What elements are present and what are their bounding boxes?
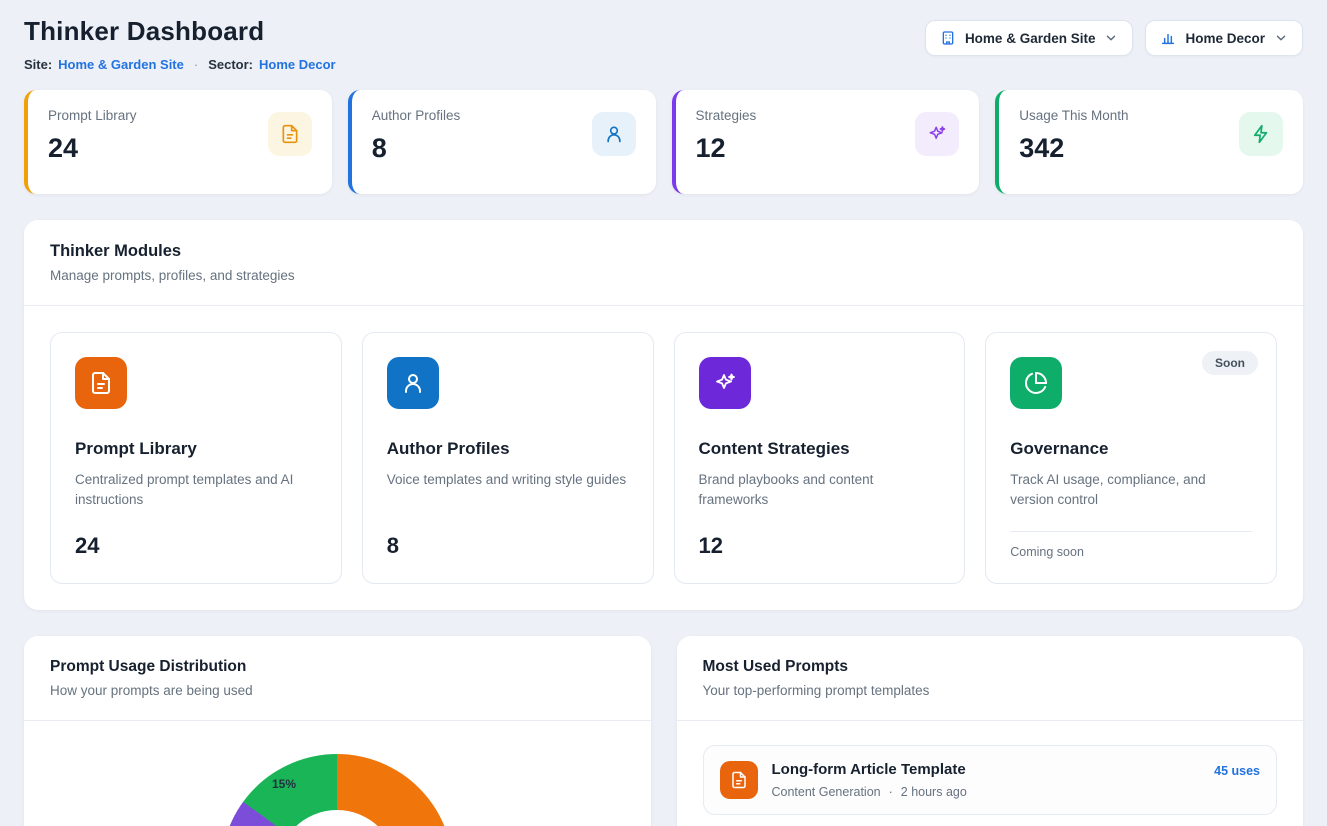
stat-cards-row: Prompt Library 24 Author Profiles 8 Stra… bbox=[24, 90, 1303, 194]
chevron-down-icon bbox=[1104, 31, 1118, 45]
usage-panel-subtitle: How your prompts are being used bbox=[50, 683, 625, 698]
stat-icon-box bbox=[268, 112, 312, 156]
prompt-item-time: 2 hours ago bbox=[901, 785, 967, 799]
module-description: Brand playbooks and content frameworks bbox=[699, 470, 941, 511]
most-used-prompts-panel: Most Used Prompts Your top-performing pr… bbox=[677, 636, 1304, 826]
coming-soon-label: Coming soon bbox=[1010, 531, 1252, 559]
sparkles-icon bbox=[713, 371, 737, 395]
modules-panel-header: Thinker Modules Manage prompts, profiles… bbox=[24, 220, 1303, 306]
document-icon bbox=[730, 771, 748, 789]
modules-subtitle: Manage prompts, profiles, and strategies bbox=[50, 268, 1277, 283]
usage-donut-chart: 15% bbox=[24, 721, 651, 826]
module-description: Track AI usage, compliance, and version … bbox=[1010, 470, 1252, 511]
separator-dot: · bbox=[194, 57, 198, 72]
sector-selector-dropdown[interactable]: Home Decor bbox=[1145, 20, 1303, 56]
prompt-list-item[interactable]: Long-form Article Template Content Gener… bbox=[703, 745, 1278, 815]
module-card-content-strategies[interactable]: Content Strategies Brand playbooks and c… bbox=[674, 332, 966, 584]
donut-slice-label: 15% bbox=[272, 777, 296, 791]
sector-selector-value: Home Decor bbox=[1185, 31, 1265, 46]
sector-link[interactable]: Home Decor bbox=[259, 57, 336, 72]
soon-badge: Soon bbox=[1202, 351, 1258, 375]
breadcrumb: Site: Home & Garden Site · Sector: Home … bbox=[24, 57, 336, 72]
stat-icon-box bbox=[592, 112, 636, 156]
lightning-icon bbox=[1251, 124, 1271, 144]
module-title: Prompt Library bbox=[75, 439, 317, 459]
stat-card-prompt-library: Prompt Library 24 bbox=[24, 90, 332, 194]
header-left: Thinker Dashboard Site: Home & Garden Si… bbox=[24, 16, 336, 72]
module-icon-box bbox=[699, 357, 751, 409]
prompt-item-uses-badge: 45 uses bbox=[1214, 764, 1260, 778]
stat-card-strategies: Strategies 12 bbox=[672, 90, 980, 194]
prompt-item-title: Long-form Article Template bbox=[772, 761, 967, 778]
stat-card-usage: Usage This Month 342 bbox=[995, 90, 1303, 194]
module-description: Centralized prompt templates and AI inst… bbox=[75, 470, 317, 511]
site-label: Site: bbox=[24, 57, 52, 72]
module-count: 12 bbox=[699, 533, 941, 559]
page-title: Thinker Dashboard bbox=[24, 16, 336, 47]
person-icon bbox=[604, 124, 624, 144]
page-header: Thinker Dashboard Site: Home & Garden Si… bbox=[24, 16, 1303, 72]
module-title: Governance bbox=[1010, 439, 1252, 459]
prompt-item-icon-box bbox=[720, 761, 758, 799]
stat-icon-box bbox=[1239, 112, 1283, 156]
chevron-down-icon bbox=[1274, 31, 1288, 45]
site-selector-value: Home & Garden Site bbox=[965, 31, 1096, 46]
site-selector-dropdown[interactable]: Home & Garden Site bbox=[925, 20, 1134, 56]
module-count: 8 bbox=[387, 533, 629, 559]
prompt-item-category: Content Generation bbox=[772, 785, 881, 799]
module-icon-box bbox=[387, 357, 439, 409]
prompt-item-meta: Content Generation · 2 hours ago bbox=[772, 785, 967, 799]
usage-panel-title: Prompt Usage Distribution bbox=[50, 658, 625, 676]
module-icon-box bbox=[1010, 357, 1062, 409]
prompt-list: Long-form Article Template Content Gener… bbox=[677, 721, 1304, 826]
usage-panel-header: Prompt Usage Distribution How your promp… bbox=[24, 636, 651, 721]
document-icon bbox=[89, 371, 113, 395]
prompts-panel-title: Most Used Prompts bbox=[703, 658, 1278, 676]
donut-chart-graphic bbox=[221, 754, 453, 826]
site-link[interactable]: Home & Garden Site bbox=[58, 57, 184, 72]
separator-dot: · bbox=[889, 785, 893, 799]
prompt-item-text: Long-form Article Template Content Gener… bbox=[772, 761, 967, 799]
document-icon bbox=[280, 124, 300, 144]
bottom-row: Prompt Usage Distribution How your promp… bbox=[24, 636, 1303, 826]
prompts-panel-subtitle: Your top-performing prompt templates bbox=[703, 683, 1278, 698]
module-count: 24 bbox=[75, 533, 317, 559]
usage-distribution-panel: Prompt Usage Distribution How your promp… bbox=[24, 636, 651, 826]
sector-label: Sector: bbox=[208, 57, 253, 72]
modules-title: Thinker Modules bbox=[50, 242, 1277, 261]
building-icon bbox=[940, 30, 956, 46]
module-title: Author Profiles bbox=[387, 439, 629, 459]
stat-card-author-profiles: Author Profiles 8 bbox=[348, 90, 656, 194]
prompts-panel-header: Most Used Prompts Your top-performing pr… bbox=[677, 636, 1304, 721]
pie-chart-icon bbox=[1024, 371, 1048, 395]
module-description: Voice templates and writing style guides bbox=[387, 470, 629, 490]
stat-icon-box bbox=[915, 112, 959, 156]
module-card-author-profiles[interactable]: Author Profiles Voice templates and writ… bbox=[362, 332, 654, 584]
header-selectors: Home & Garden Site Home Decor bbox=[925, 20, 1303, 56]
sparkles-icon bbox=[927, 124, 947, 144]
modules-grid: Prompt Library Centralized prompt templa… bbox=[24, 306, 1303, 610]
module-card-prompt-library[interactable]: Prompt Library Centralized prompt templa… bbox=[50, 332, 342, 584]
module-title: Content Strategies bbox=[699, 439, 941, 459]
bar-chart-icon bbox=[1160, 30, 1176, 46]
module-icon-box bbox=[75, 357, 127, 409]
module-card-governance[interactable]: Soon Governance Track AI usage, complian… bbox=[985, 332, 1277, 584]
thinker-modules-panel: Thinker Modules Manage prompts, profiles… bbox=[24, 220, 1303, 610]
person-icon bbox=[401, 371, 425, 395]
